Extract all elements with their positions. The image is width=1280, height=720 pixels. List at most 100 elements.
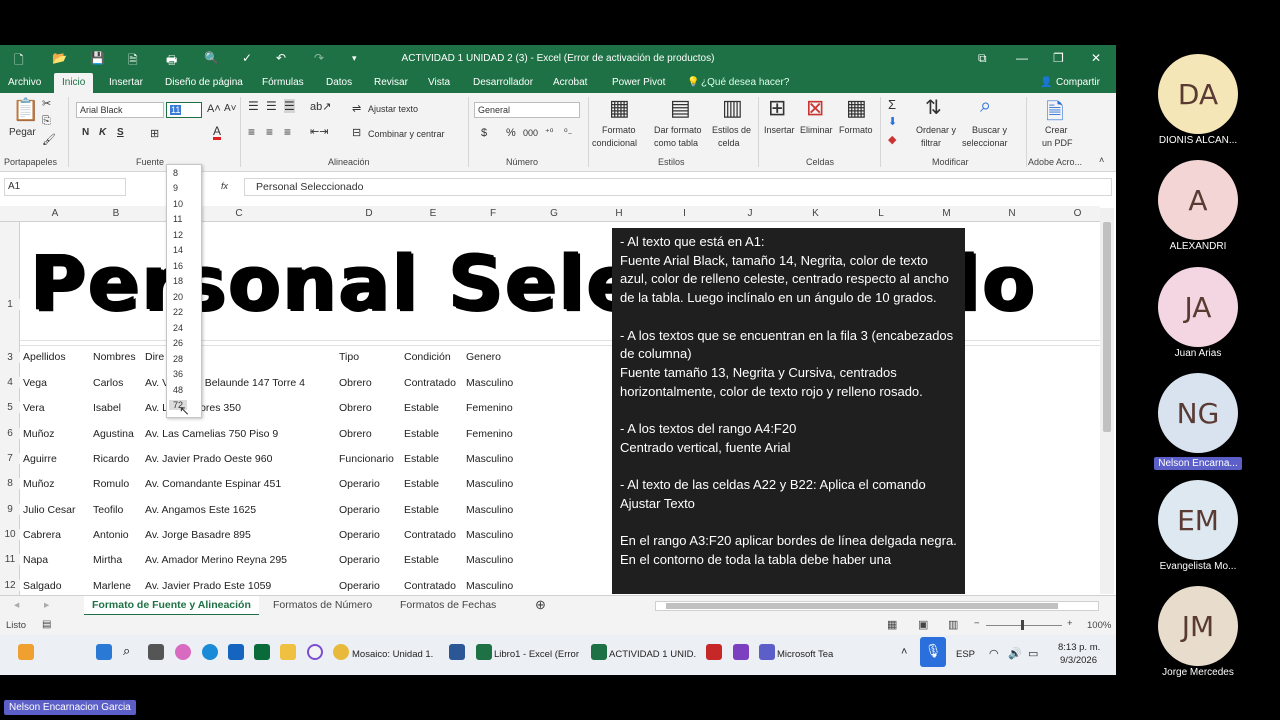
italic-button[interactable]: K [99,127,106,138]
font-size-dropdown[interactable]: 8 9 10 11 12 14 16 18 20 22 24 26 28 36 … [166,164,202,418]
search-icon[interactable]: ⌕ [123,643,139,659]
delete-cells-button[interactable]: Eliminar [800,125,833,135]
word-icon[interactable] [449,644,465,660]
font-size-option[interactable]: 10 [173,199,183,209]
excel-active-icon[interactable] [591,644,607,660]
wrap-text-button[interactable]: Ajustar texto [368,104,418,114]
cell-condicion[interactable]: Estable [404,453,439,465]
taskbar-libro1[interactable]: Libro1 - Excel (Error [494,649,579,660]
col-b[interactable]: B [90,208,142,219]
cell-genero[interactable]: Masculino [466,377,513,389]
cell-direccion[interactable]: Av. Javier Prado Oeste 960 [145,453,272,465]
clock-time[interactable]: 8:13 p. m. [1058,642,1100,653]
col-j[interactable]: J [717,208,783,219]
cell-genero[interactable]: Femenino [466,402,513,414]
find-select-l2[interactable]: seleccionar [962,138,1008,148]
format-painter-icon[interactable]: 🖌 [42,133,56,146]
cell-genero[interactable]: Masculino [466,529,513,541]
windows-start-icon[interactable] [96,644,112,660]
row-3[interactable]: 3 [0,352,20,363]
increase-font-icon[interactable]: A˄ [207,103,221,115]
cell-nombre[interactable]: Marlene [93,580,131,592]
file-explorer-icon[interactable] [280,644,296,660]
currency-button[interactable]: $ [481,127,487,139]
font-size-option[interactable]: 11 [173,214,182,224]
cell-nombre[interactable]: Agustina [93,428,134,440]
tab-insertar[interactable]: Insertar [109,77,143,88]
clear-icon[interactable]: ◆ [888,133,896,146]
zoom-slider[interactable] [986,625,1062,626]
font-size-option[interactable]: 8 [173,168,178,178]
align-right-icon[interactable]: ≡ [284,125,291,139]
next-sheet-icon[interactable]: ▸ [44,599,49,611]
cell-direccion[interactable]: Av. Javier Prado Este 1059 [145,580,271,592]
cell-apellido[interactable]: Muñoz [23,428,55,440]
participant-tile[interactable]: EM Evangelista Mo... [1148,480,1248,572]
clock-date[interactable]: 9/3/2026 [1060,655,1097,666]
prev-sheet-icon[interactable]: ◂ [14,599,19,611]
cell-genero[interactable]: Masculino [466,554,513,566]
horizontal-scrollbar[interactable] [655,601,1099,611]
cell-apellido[interactable]: Napa [23,554,48,566]
header-genero[interactable]: Genero [466,351,501,363]
font-size-option[interactable]: 9 [173,183,178,193]
taskbar-mosaico[interactable]: Mosaico: Unidad 1. [352,649,433,660]
cell-direccion[interactable]: Av. Jorge Basadre 895 [145,529,251,541]
vertical-scrollbar[interactable] [1100,208,1114,594]
merge-center-button[interactable]: Combinar y centrar [368,129,445,139]
tab-inicio[interactable]: Inicio [54,73,94,93]
col-i[interactable]: I [652,208,717,219]
teams-icon[interactable] [759,644,775,660]
paste-icon[interactable]: 📋 [12,97,39,123]
format-table-l1[interactable]: Dar formato [654,125,702,135]
row-4[interactable]: 4 [0,377,20,388]
row-12[interactable]: 12 [0,580,20,591]
macro-record-icon[interactable]: ▤ [42,619,51,630]
cell-styles-l1[interactable]: Estilos de [712,125,751,135]
tab-acrobat[interactable]: Acrobat [553,77,587,88]
cell-nombre[interactable]: Romulo [93,478,129,490]
format-cells-button[interactable]: Formato [839,125,873,135]
header-condicion[interactable]: Condición [404,351,451,363]
col-g[interactable]: G [522,208,586,219]
cell-nombre[interactable]: Carlos [93,377,123,389]
share-icon[interactable]: 👤 [1040,77,1052,88]
cell-direccion[interactable]: Av. Angamos Este 1625 [145,504,256,516]
cell-apellido[interactable]: Aguirre [23,453,57,465]
tray-chevron-icon[interactable]: ˄ [901,646,907,658]
header-tipo[interactable]: Tipo [339,351,359,363]
font-size-option[interactable]: 48 [173,385,183,395]
thousands-button[interactable]: 000 [523,128,538,138]
participant-tile[interactable]: JA Juan Arias [1148,267,1248,359]
calendar-icon[interactable] [254,644,270,660]
copy-icon[interactable]: ⎘ [42,115,51,128]
font-color-icon[interactable]: A [213,125,222,140]
format-table-l2[interactable]: como tabla [654,138,698,148]
cell-apellido[interactable]: Salgado [23,580,62,592]
underline-button[interactable]: S [117,127,124,138]
number-format-box[interactable]: General [474,102,580,118]
row-11[interactable]: 11 [0,554,20,565]
cell-apellido[interactable]: Cabrera [23,529,61,541]
cell-direccion[interactable]: Av. Amador Merino Reyna 295 [145,554,287,566]
tab-power-pivot[interactable]: Power Pivot [612,77,665,88]
fx-button[interactable]: fx [221,181,228,191]
excel-icon[interactable] [476,644,492,660]
page-break-icon[interactable]: ▥ [948,618,958,631]
increase-decimal-icon[interactable]: ⁺⁰ [545,127,553,138]
tell-me-search[interactable]: ¿Qué desea hacer? [701,77,789,88]
font-size-box[interactable]: 11 [166,102,202,118]
align-bottom-icon[interactable]: ☰ [284,99,295,113]
cell-nombre[interactable]: Antonio [93,529,129,541]
name-box[interactable]: A1 [4,178,126,196]
conditional-format-l2[interactable]: condicional [592,138,637,148]
horizontal-scroll-thumb[interactable] [666,603,1058,609]
indent-icon[interactable]: ⇤⇥ [310,125,328,138]
align-center-icon[interactable]: ≡ [266,125,273,139]
participant-tile[interactable]: DA DIONIS ALCAN... [1148,54,1248,146]
bold-button[interactable]: N [82,127,89,138]
cell-apellido[interactable]: Vera [23,402,45,414]
cell-tipo[interactable]: Obrero [339,402,372,414]
sort-filter-l2[interactable]: filtrar [921,138,941,148]
format-cells-icon[interactable]: ▦ [846,95,867,121]
